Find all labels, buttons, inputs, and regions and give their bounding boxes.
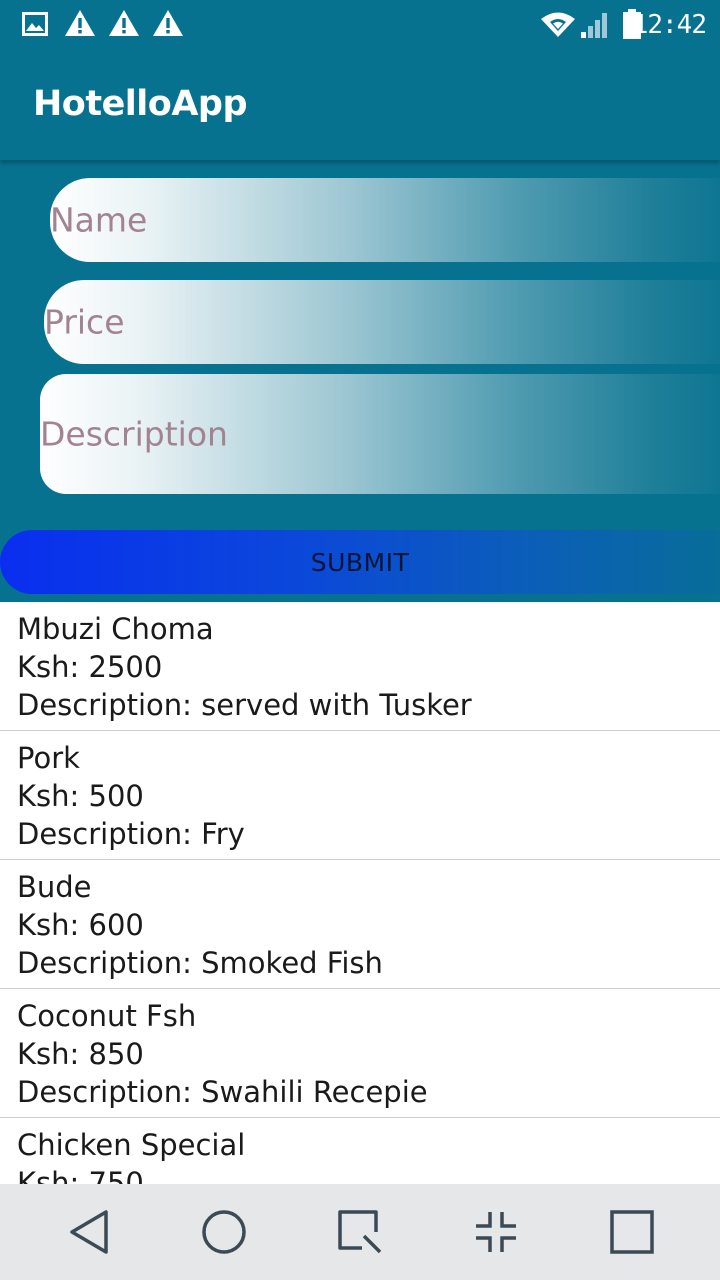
- item-name: Pork: [17, 741, 80, 775]
- status-time: 12:42: [632, 10, 707, 40]
- image-icon: [22, 12, 48, 36]
- submit-label: SUBMIT: [310, 547, 410, 577]
- back-icon[interactable]: [66, 1208, 114, 1256]
- item-price: Ksh: 500: [17, 779, 144, 813]
- status-bar: 12:42: [0, 0, 720, 50]
- item-name: Mbuzi Choma: [17, 612, 214, 646]
- item-name: Coconut Fsh: [17, 999, 197, 1033]
- item-name: Bude: [17, 870, 92, 904]
- item-description: Description: Fry: [17, 817, 245, 851]
- list-item[interactable]: Bude Ksh: 600 Description: Smoked Fish: [0, 860, 720, 989]
- menu-list[interactable]: Mbuzi Choma Ksh: 2500 Description: serve…: [0, 602, 720, 1184]
- item-price: Ksh: 750: [17, 1166, 144, 1184]
- name-input[interactable]: Name: [50, 178, 720, 262]
- wifi-icon: [541, 12, 575, 37]
- add-item-form: Name Price Description SUBMIT: [0, 160, 720, 602]
- description-placeholder: Description: [40, 414, 228, 454]
- price-input[interactable]: Price: [44, 280, 720, 364]
- shrink-icon[interactable]: [472, 1208, 520, 1256]
- signal-icon: [581, 13, 607, 38]
- recents-icon[interactable]: [608, 1208, 656, 1256]
- item-price: Ksh: 2500: [17, 650, 163, 684]
- navigation-bar: [0, 1184, 720, 1280]
- warning-icon: [65, 10, 95, 36]
- submit-button[interactable]: SUBMIT: [0, 530, 720, 594]
- price-placeholder: Price: [44, 302, 125, 342]
- list-item[interactable]: Pork Ksh: 500 Description: Fry: [0, 731, 720, 860]
- item-price: Ksh: 850: [17, 1037, 144, 1071]
- warning-icon: [153, 10, 183, 36]
- screenshot-icon[interactable]: [336, 1208, 384, 1256]
- item-description: Description: Swahili Recepie: [17, 1075, 428, 1109]
- item-description: Description: served with Tusker: [17, 688, 472, 722]
- item-description: Description: Smoked Fish: [17, 946, 383, 980]
- home-icon[interactable]: [200, 1208, 248, 1256]
- app-bar: HotelloApp: [0, 50, 720, 160]
- list-item[interactable]: Chicken Special Ksh: 750: [0, 1118, 720, 1184]
- item-name: Chicken Special: [17, 1128, 246, 1162]
- list-item[interactable]: Coconut Fsh Ksh: 850 Description: Swahil…: [0, 989, 720, 1118]
- app-title: HotelloApp: [33, 84, 248, 124]
- name-placeholder: Name: [50, 200, 148, 240]
- description-input[interactable]: Description: [40, 374, 720, 494]
- item-price: Ksh: 600: [17, 908, 144, 942]
- list-item[interactable]: Mbuzi Choma Ksh: 2500 Description: serve…: [0, 602, 720, 731]
- warning-icon: [109, 10, 139, 36]
